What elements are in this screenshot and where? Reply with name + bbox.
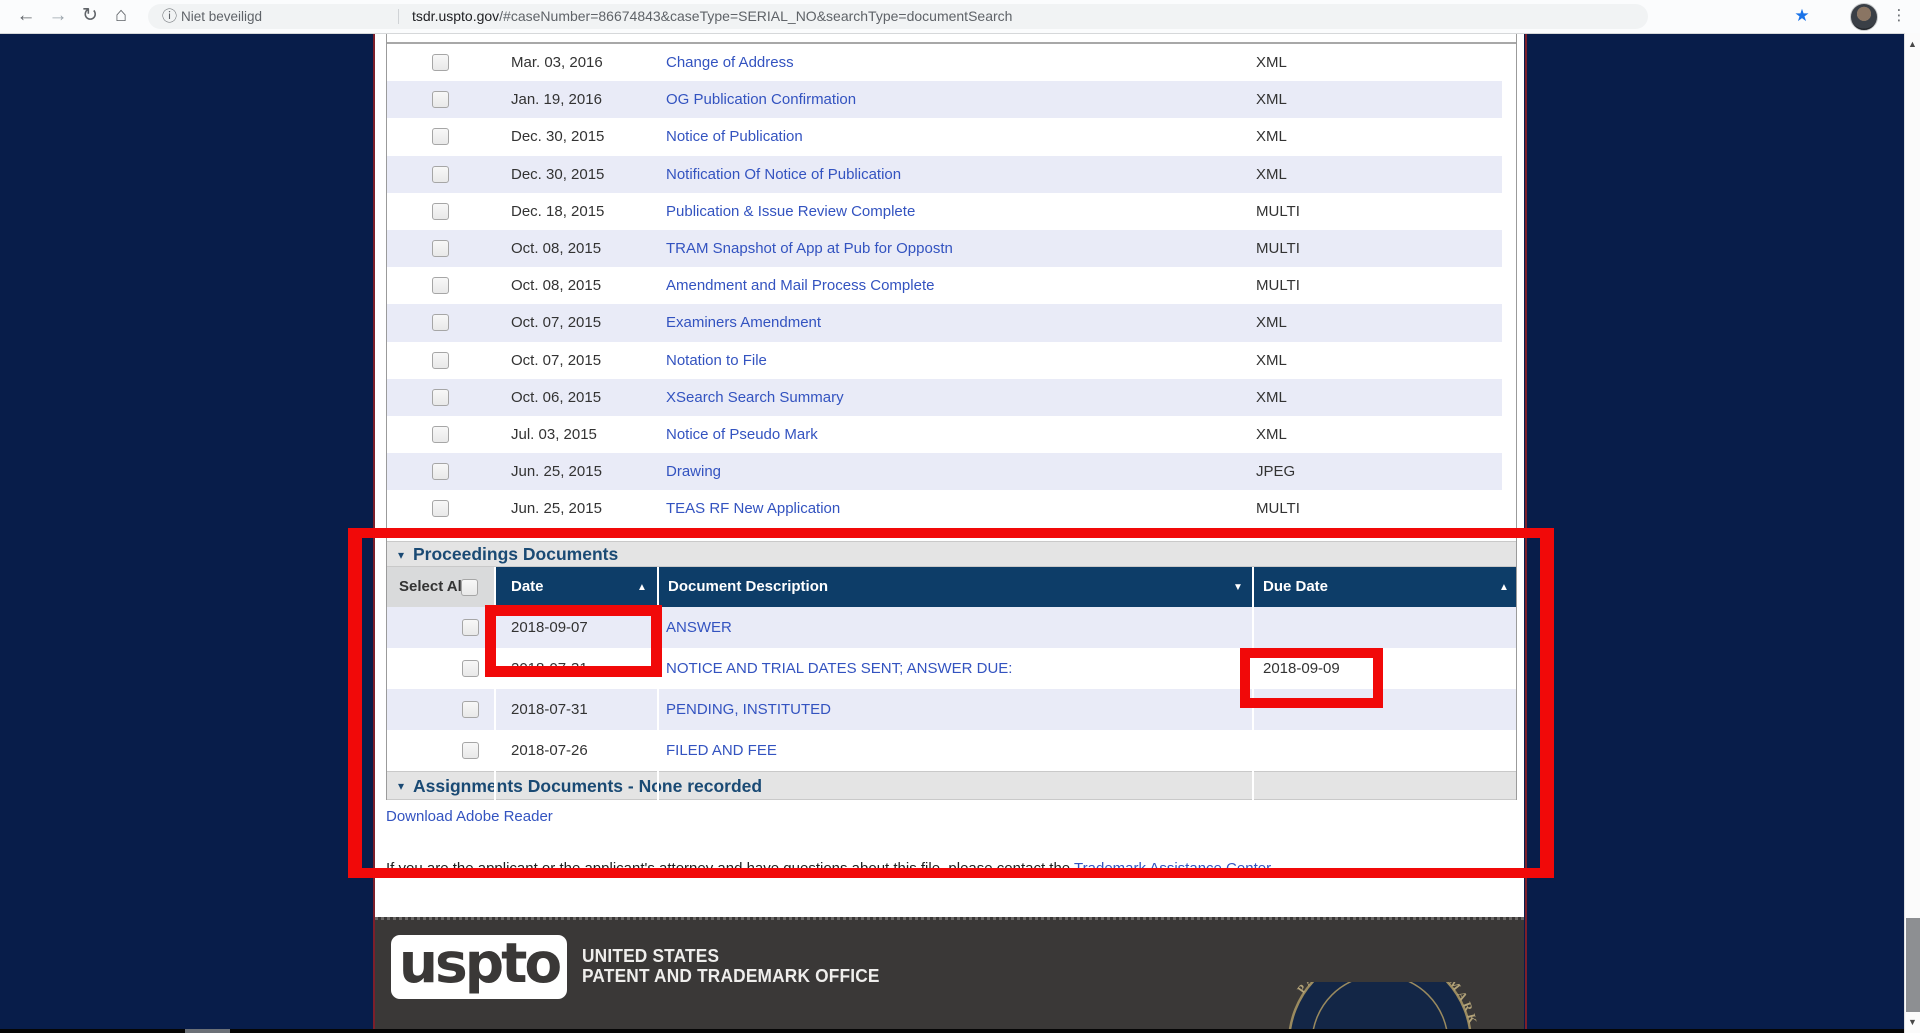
forward-icon[interactable]: → <box>45 0 71 33</box>
table-row: Jun. 25, 2015 TEAS RF New Application MU… <box>387 490 1516 527</box>
profile-avatar[interactable] <box>1850 3 1878 31</box>
document-link[interactable]: Notation to File <box>666 342 767 379</box>
document-date: Oct. 07, 2015 <box>511 342 601 379</box>
site-info-icon[interactable]: ⓘ <box>162 4 177 29</box>
row-checkbox[interactable] <box>432 389 449 406</box>
document-type: MULTI <box>1256 230 1300 267</box>
row-checkbox[interactable] <box>432 500 449 517</box>
row-checkbox[interactable] <box>432 352 449 369</box>
table-row: Jun. 25, 2015 Drawing JPEG <box>387 453 1516 490</box>
annotation-box-due-date <box>1240 648 1383 708</box>
document-link[interactable]: Drawing <box>666 453 721 490</box>
document-link[interactable]: Notification Of Notice of Publication <box>666 156 901 193</box>
document-date: Dec. 30, 2015 <box>511 156 604 193</box>
bottom-edge <box>0 1029 1904 1033</box>
document-link[interactable]: TRAM Snapshot of App at Pub for Oppostn <box>666 230 953 267</box>
row-checkbox[interactable] <box>432 426 449 443</box>
document-type: MULTI <box>1256 193 1300 230</box>
row-checkbox[interactable] <box>432 128 449 145</box>
document-date: Mar. 03, 2016 <box>511 44 603 81</box>
documents-rows: Mar. 03, 2016 Change of Address XML Jan.… <box>387 44 1516 527</box>
security-label: Niet beveiligd <box>181 4 262 29</box>
screen: ← → ↻ ⌂ ⓘ Niet beveiligd tsdr.uspto.gov/… <box>0 0 1920 1033</box>
table-row: Dec. 30, 2015 Notification Of Notice of … <box>387 156 1516 193</box>
table-row: Oct. 07, 2015 Notation to File XML <box>387 342 1516 379</box>
table-row: Oct. 06, 2015 XSearch Search Summary XML <box>387 379 1516 416</box>
uspto-seal: PATENT AND TRADEMARK <box>1275 982 1485 1029</box>
page-footer: uspto UNITED STATES PATENT AND TRADEMARK… <box>375 917 1524 1029</box>
document-link[interactable]: TEAS RF New Application <box>666 490 840 527</box>
url-domain: tsdr.uspto.gov <box>412 8 499 24</box>
document-type: XML <box>1256 118 1287 155</box>
row-checkbox[interactable] <box>432 314 449 331</box>
document-type: MULTI <box>1256 490 1300 527</box>
document-type: XML <box>1256 304 1287 341</box>
document-type: XML <box>1256 379 1287 416</box>
row-checkbox[interactable] <box>432 240 449 257</box>
table-row: Mar. 03, 2016 Change of Address XML <box>387 44 1516 81</box>
bottom-scroll-piece[interactable] <box>185 1029 230 1033</box>
address-bar[interactable]: ⓘ Niet beveiligd tsdr.uspto.gov/#caseNum… <box>148 4 1648 29</box>
back-icon[interactable]: ← <box>13 0 39 33</box>
document-link[interactable]: Notice of Pseudo Mark <box>666 416 818 453</box>
document-type: XML <box>1256 156 1287 193</box>
omnibox-divider <box>398 9 399 24</box>
scroll-down-icon[interactable]: ▼ <box>1905 1017 1920 1027</box>
org-name: UNITED STATES PATENT AND TRADEMARK OFFIC… <box>582 946 880 986</box>
table-row: Oct. 07, 2015 Examiners Amendment XML <box>387 304 1516 341</box>
document-type: XML <box>1256 81 1287 118</box>
document-link[interactable]: Publication & Issue Review Complete <box>666 193 915 230</box>
document-type: JPEG <box>1256 453 1295 490</box>
document-link[interactable]: Change of Address <box>666 44 794 81</box>
browser-menu-icon[interactable]: ⋮ <box>1886 0 1912 33</box>
document-date: Dec. 30, 2015 <box>511 118 604 155</box>
document-date: Jan. 19, 2016 <box>511 81 602 118</box>
document-link[interactable]: Amendment and Mail Process Complete <box>666 267 934 304</box>
row-checkbox[interactable] <box>432 54 449 71</box>
document-date: Oct. 06, 2015 <box>511 379 601 416</box>
document-date: Jun. 25, 2015 <box>511 453 602 490</box>
browser-toolbar: ← → ↻ ⌂ ⓘ Niet beveiligd tsdr.uspto.gov/… <box>0 0 1920 34</box>
scrollbar-thumb[interactable] <box>1906 918 1920 1012</box>
table-row: Dec. 18, 2015 Publication & Issue Review… <box>387 193 1516 230</box>
row-checkbox[interactable] <box>432 91 449 108</box>
scroll-up-icon[interactable]: ▲ <box>1905 39 1920 49</box>
document-date: Oct. 08, 2015 <box>511 230 601 267</box>
document-type: XML <box>1256 44 1287 81</box>
home-icon[interactable]: ⌂ <box>108 0 134 33</box>
row-checkbox[interactable] <box>432 166 449 183</box>
reload-icon[interactable]: ↻ <box>77 0 103 33</box>
table-row: Jul. 03, 2015 Notice of Pseudo Mark XML <box>387 416 1516 453</box>
document-link[interactable]: Examiners Amendment <box>666 304 821 341</box>
document-link[interactable]: OG Publication Confirmation <box>666 81 856 118</box>
document-type: MULTI <box>1256 267 1300 304</box>
document-date: Oct. 08, 2015 <box>511 267 601 304</box>
table-row: Oct. 08, 2015 Amendment and Mail Process… <box>387 267 1516 304</box>
table-row: Jan. 19, 2016 OG Publication Confirmatio… <box>387 81 1516 118</box>
document-date: Oct. 07, 2015 <box>511 304 601 341</box>
bookmark-star-icon[interactable]: ★ <box>1789 0 1815 33</box>
document-date: Jun. 25, 2015 <box>511 490 602 527</box>
document-link[interactable]: XSearch Search Summary <box>666 379 844 416</box>
uspto-logo: uspto <box>391 935 567 999</box>
org-line2: PATENT AND TRADEMARK OFFICE <box>582 966 880 986</box>
document-link[interactable]: Notice of Publication <box>666 118 803 155</box>
row-checkbox[interactable] <box>432 277 449 294</box>
row-checkbox[interactable] <box>432 463 449 480</box>
table-row: Dec. 30, 2015 Notice of Publication XML <box>387 118 1516 155</box>
document-type: XML <box>1256 416 1287 453</box>
annotation-box-answer-date <box>485 605 662 677</box>
document-date: Jul. 03, 2015 <box>511 416 597 453</box>
vertical-scrollbar[interactable]: ▲ ▼ <box>1904 33 1920 1033</box>
document-date: Dec. 18, 2015 <box>511 193 604 230</box>
table-row: Oct. 08, 2015 TRAM Snapshot of App at Pu… <box>387 230 1516 267</box>
org-line1: UNITED STATES <box>582 946 880 966</box>
row-checkbox[interactable] <box>432 203 449 220</box>
document-type: XML <box>1256 342 1287 379</box>
page-url: tsdr.uspto.gov/#caseNumber=86674843&case… <box>412 4 1012 29</box>
uspto-logo-text: uspto <box>391 931 567 995</box>
url-path: /#caseNumber=86674843&caseType=SERIAL_NO… <box>499 8 1012 24</box>
